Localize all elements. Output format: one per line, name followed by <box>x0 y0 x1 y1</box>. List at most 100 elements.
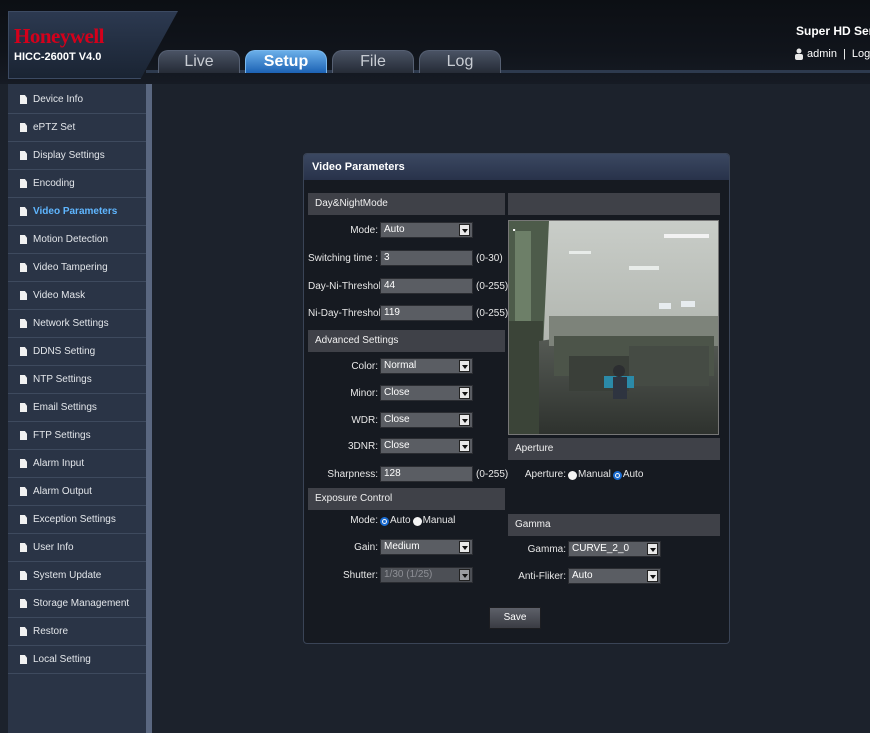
sidebar-item-label: Video Mask <box>33 290 86 301</box>
switching-time-input[interactable]: 3 <box>380 250 473 266</box>
sidebar-item-alarm-output[interactable]: Alarm Output <box>8 478 146 506</box>
top-header: Honeywell HICC-2600T V4.0 Live Setup Fil… <box>0 0 870 84</box>
product-title: Super HD Series <box>796 24 870 38</box>
wdr-row: WDR: Close <box>308 411 473 429</box>
panel-title: Video Parameters <box>304 154 729 180</box>
gain-label: Gain: <box>354 541 378 553</box>
document-icon <box>20 543 27 552</box>
chevron-down-icon <box>459 360 470 372</box>
sidebar-item-storage-management[interactable]: Storage Management <box>8 590 146 618</box>
sidebar-item-network-settings[interactable]: Network Settings <box>8 310 146 338</box>
sidebar-item-label: Motion Detection <box>33 234 109 245</box>
document-icon <box>20 515 27 524</box>
sidebar-item-restore[interactable]: Restore <box>8 618 146 646</box>
sidebar-item-ntp-settings[interactable]: NTP Settings <box>8 366 146 394</box>
user-icon <box>795 48 803 60</box>
3dnr-select[interactable]: Close <box>380 438 473 454</box>
document-icon <box>20 627 27 636</box>
tab-file[interactable]: File <box>332 50 414 73</box>
sidebar-item-motion-detection[interactable]: Motion Detection <box>8 226 146 254</box>
sharpness-label: Sharpness: <box>327 468 378 480</box>
sidebar-item-video-mask[interactable]: Video Mask <box>8 282 146 310</box>
chevron-down-icon <box>459 387 470 399</box>
sidebar-item-video-tampering[interactable]: Video Tampering <box>8 254 146 282</box>
3dnr-label: 3DNR: <box>347 440 378 452</box>
aperture-manual-radio[interactable] <box>568 470 577 480</box>
sidebar-item-label: FTP Settings <box>33 430 91 441</box>
select-value: Auto <box>572 570 593 581</box>
sidebar-item-eptz-set[interactable]: ePTZ Set <box>8 114 146 142</box>
sidebar-item-exception-settings[interactable]: Exception Settings <box>8 506 146 534</box>
anti-flicker-row: Anti-Fliker: Auto <box>508 567 661 585</box>
color-select[interactable]: Normal <box>380 358 473 374</box>
gamma-select[interactable]: CURVE_2_0 <box>568 541 661 557</box>
aperture-manual-label: Manual <box>578 468 611 480</box>
night-day-threshold-label: Ni-Day-Threshold: <box>308 307 390 319</box>
sidebar-item-label: Device Info <box>33 94 84 105</box>
document-icon <box>20 571 27 580</box>
gain-row: Gain: Medium <box>308 538 473 556</box>
document-icon <box>20 431 27 440</box>
sidebar-item-system-update[interactable]: System Update <box>8 562 146 590</box>
day-night-threshold-input[interactable]: 44 <box>380 278 473 294</box>
sidebar-item-label: System Update <box>33 570 102 581</box>
sidebar-item-label: Video Parameters <box>33 206 118 217</box>
aperture-row: Aperture: Manual Auto <box>508 465 643 483</box>
save-button[interactable]: Save <box>489 607 541 629</box>
sharpness-row: Sharpness: 128 (0-255) <box>308 465 508 483</box>
night-day-threshold-range: (0-255) <box>476 307 509 319</box>
day-night-threshold-range: (0-255) <box>476 280 509 292</box>
sidebar-item-video-parameters[interactable]: Video Parameters <box>8 198 146 226</box>
aperture-auto-radio[interactable] <box>612 470 622 480</box>
exposure-manual-radio[interactable] <box>412 516 422 526</box>
sidebar-item-label: Encoding <box>33 178 75 189</box>
day-night-mode-row: Mode: Auto <box>308 221 473 239</box>
sidebar-item-label: Video Tampering <box>33 262 108 273</box>
anti-flicker-select[interactable]: Auto <box>568 568 661 584</box>
sidebar-item-label: Exception Settings <box>33 514 116 525</box>
tab-setup[interactable]: Setup <box>245 50 327 73</box>
sidebar-item-display-settings[interactable]: Display Settings <box>8 142 146 170</box>
sidebar-item-user-info[interactable]: User Info <box>8 534 146 562</box>
gamma-label: Gamma: <box>527 543 566 555</box>
brand-logo: Honeywell <box>14 24 105 48</box>
select-value: Normal <box>384 360 417 371</box>
sidebar-item-ftp-settings[interactable]: FTP Settings <box>8 422 146 450</box>
sidebar-item-encoding[interactable]: Encoding <box>8 170 146 198</box>
select-value: Close <box>384 414 410 425</box>
sidebar-menu: Device Info ePTZ Set Display Settings En… <box>8 86 146 674</box>
chevron-down-icon <box>459 414 470 426</box>
day-night-mode-select[interactable]: Auto <box>380 222 473 238</box>
document-icon <box>20 291 27 300</box>
document-icon <box>20 487 27 496</box>
sidebar-item-email-settings[interactable]: Email Settings <box>8 394 146 422</box>
sidebar-item-label: Alarm Input <box>33 458 85 469</box>
device-model: HICC-2600T V4.0 <box>14 51 102 63</box>
document-icon <box>20 179 27 188</box>
user-area: admin | Logout <box>794 48 870 60</box>
select-value: CURVE_2_0 <box>572 543 630 554</box>
shutter-select: 1/30 (1/25) <box>380 567 473 583</box>
select-value: Auto <box>384 224 405 235</box>
sidebar-item-alarm-input[interactable]: Alarm Input <box>8 450 146 478</box>
sharpness-input[interactable]: 128 <box>380 466 473 482</box>
sidebar-item-device-info[interactable]: Device Info <box>8 86 146 114</box>
document-icon <box>20 655 27 664</box>
aperture-auto-label: Auto <box>622 468 644 480</box>
logout-link[interactable]: Logout <box>852 48 870 60</box>
exposure-auto-radio[interactable] <box>380 516 389 526</box>
night-day-threshold-input[interactable]: 119 <box>380 305 473 321</box>
sidebar-item-ddns-setting[interactable]: DDNS Setting <box>8 338 146 366</box>
gamma-row: Gamma: CURVE_2_0 <box>508 540 661 558</box>
sidebar-item-label: Email Settings <box>33 402 97 413</box>
minor-select[interactable]: Close <box>380 385 473 401</box>
tab-live[interactable]: Live <box>158 50 240 73</box>
sidebar-item-label: NTP Settings <box>33 374 92 385</box>
exposure-manual-label: Manual <box>422 514 456 526</box>
day-night-threshold-label: Day-Ni-Threshold : <box>308 280 392 292</box>
sidebar-item-local-setting[interactable]: Local Setting <box>8 646 146 674</box>
tab-log[interactable]: Log <box>419 50 501 73</box>
color-row: Color: Normal <box>308 357 473 375</box>
wdr-select[interactable]: Close <box>380 412 473 428</box>
gain-select[interactable]: Medium <box>380 539 473 555</box>
